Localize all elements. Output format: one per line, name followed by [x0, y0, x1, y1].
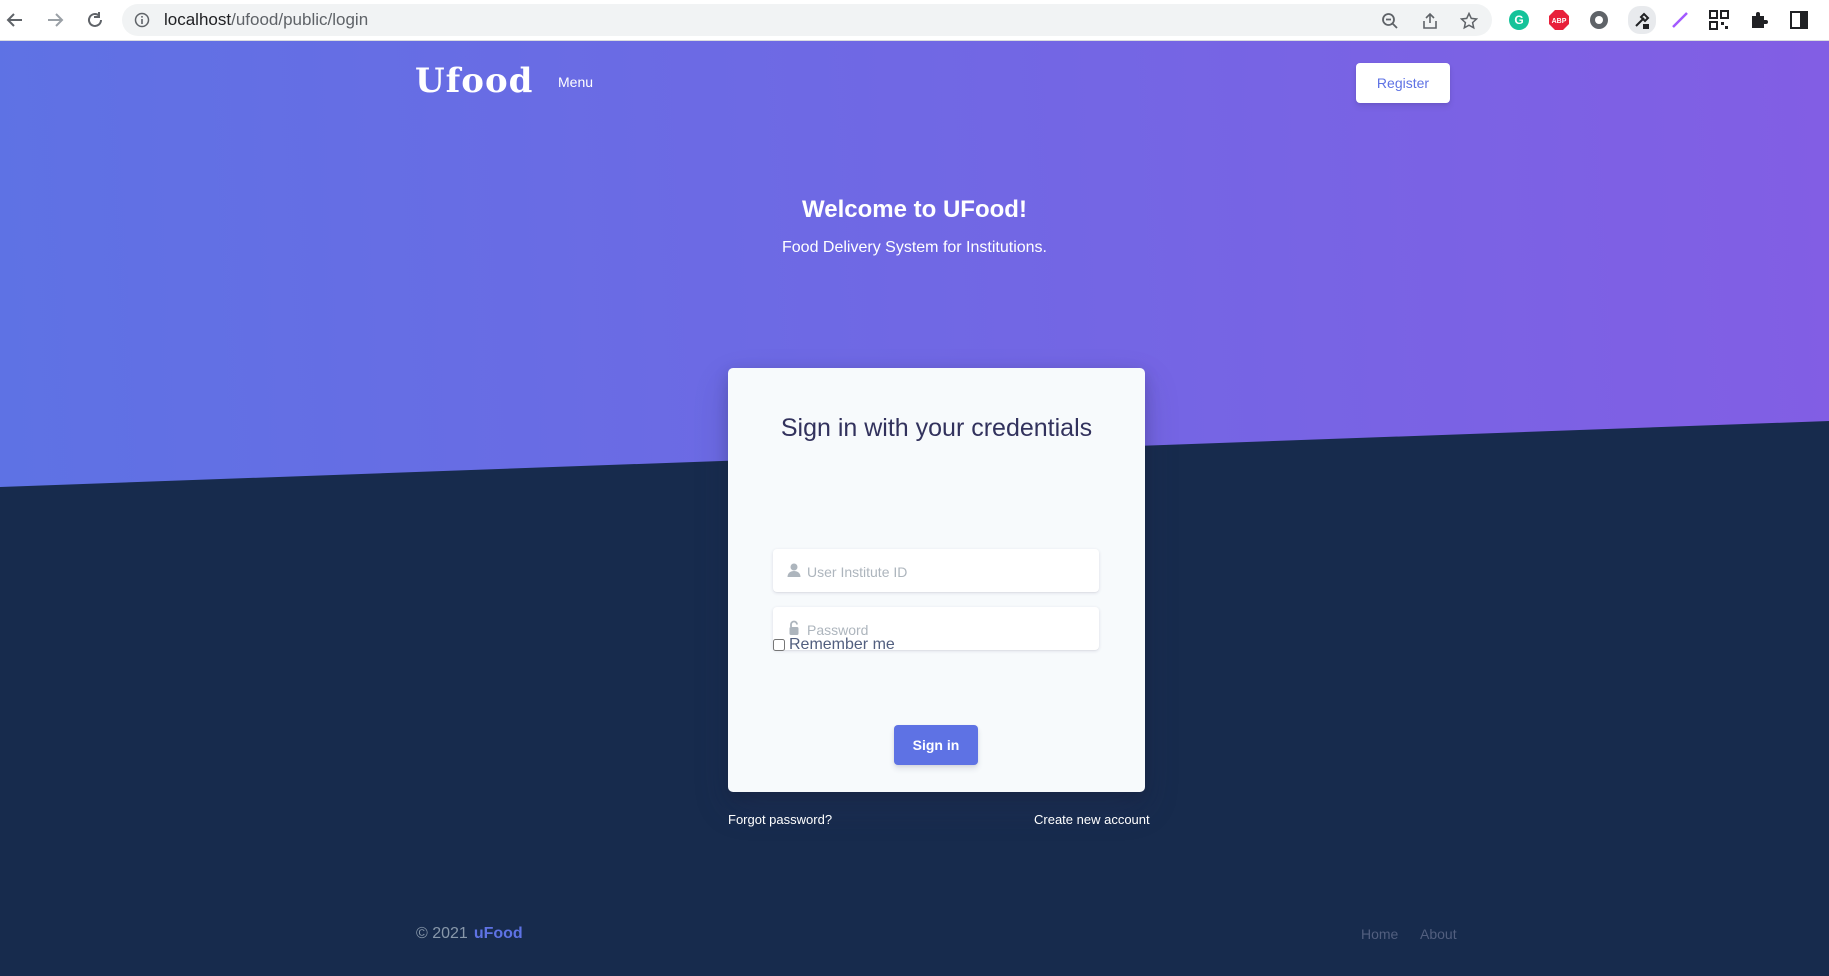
puzzle-icon[interactable]	[1747, 8, 1771, 32]
qr-extension-icon[interactable]	[1707, 8, 1731, 32]
footer-copyright: © 2021 uFood	[416, 925, 523, 943]
footer-link-about[interactable]: About	[1420, 926, 1457, 942]
copyright-text: © 2021	[416, 925, 468, 942]
extension-icon[interactable]	[1587, 8, 1611, 32]
url-text: localhost/ufood/public/login	[164, 10, 368, 30]
footer-brand-link[interactable]: uFood	[474, 925, 523, 942]
info-icon[interactable]	[134, 12, 150, 28]
sidepanel-icon[interactable]	[1787, 8, 1811, 32]
remember-me[interactable]: Remember me	[773, 636, 895, 654]
grammarly-extension-icon[interactable]: G	[1507, 8, 1531, 32]
url-path: /ufood/public/login	[231, 10, 369, 29]
reload-icon[interactable]	[82, 7, 108, 33]
page-subtitle: Food Delivery System for Institutions.	[782, 239, 1047, 256]
user-id-input[interactable]	[805, 549, 1089, 594]
sign-in-button[interactable]: Sign in	[894, 725, 978, 765]
user-icon	[786, 562, 802, 578]
remember-checkbox[interactable]	[773, 639, 785, 651]
menu-link[interactable]: Menu	[558, 74, 593, 90]
url-host: localhost	[164, 10, 232, 29]
login-title: Sign in with your credentials	[780, 414, 1093, 442]
register-button[interactable]: Register	[1356, 63, 1450, 103]
footer-link-home[interactable]: Home	[1361, 926, 1398, 942]
back-icon[interactable]	[2, 7, 28, 33]
share-icon[interactable]	[1421, 12, 1439, 30]
remember-label: Remember me	[789, 636, 895, 653]
forgot-password-link[interactable]: Forgot password?	[728, 812, 832, 827]
forward-icon[interactable]	[42, 7, 68, 33]
svg-text:G: G	[1514, 13, 1523, 27]
svg-text:ABP: ABP	[1552, 18, 1567, 25]
adblock-extension-icon[interactable]: ABP	[1547, 8, 1571, 32]
page-title: Welcome to UFood!	[802, 196, 1027, 223]
lock-icon	[786, 620, 802, 636]
pen-extension-icon[interactable]	[1668, 8, 1692, 32]
star-icon[interactable]	[1459, 11, 1479, 30]
page: Ufood Menu Register Welcome to UFood! Fo…	[0, 41, 1829, 976]
browser-toolbar: localhost/ufood/public/login G ABP	[0, 0, 1829, 41]
brand-logo[interactable]: Ufood	[415, 61, 533, 101]
address-bar[interactable]: localhost/ufood/public/login	[122, 4, 1492, 36]
zoom-icon[interactable]	[1381, 12, 1399, 30]
login-card: Sign in with your credentials Remember m…	[728, 368, 1145, 792]
create-account-link[interactable]: Create new account	[1034, 812, 1150, 827]
eyedropper-extension-icon[interactable]	[1628, 6, 1656, 34]
username-field-group	[773, 549, 1099, 594]
